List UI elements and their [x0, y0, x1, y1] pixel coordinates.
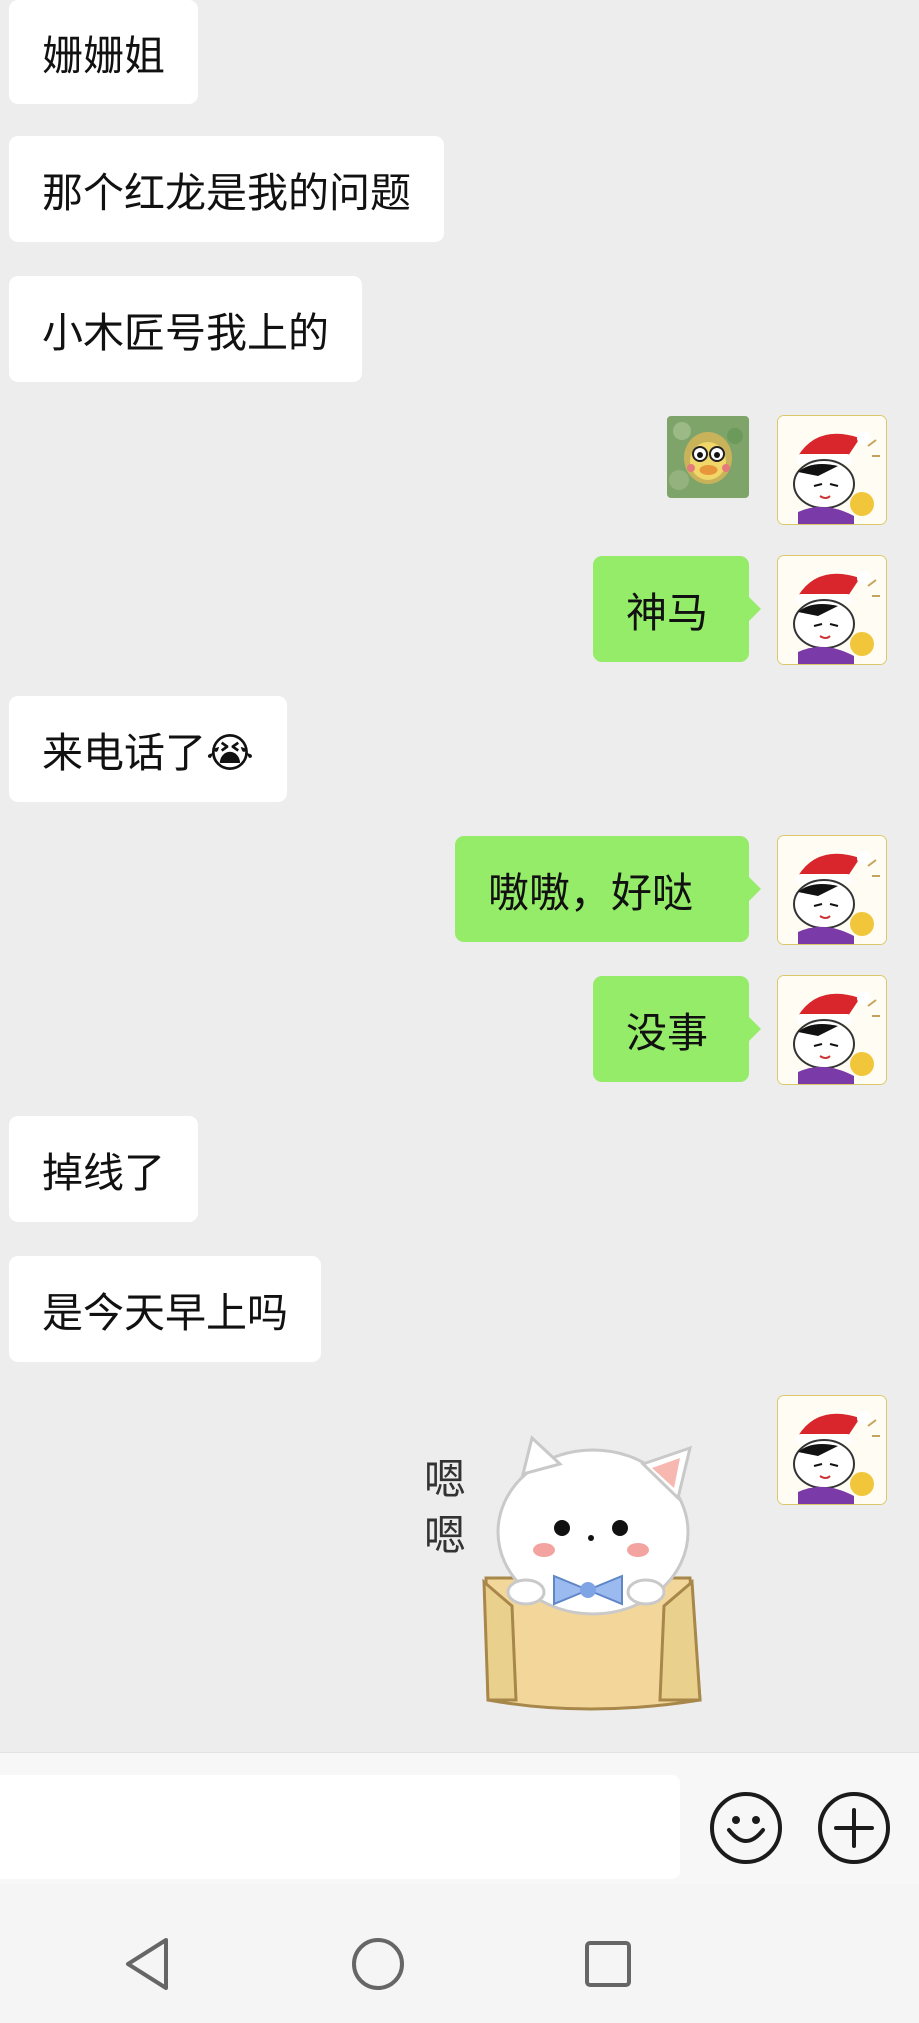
sent-message-bubble[interactable]: 没事 [593, 976, 761, 1082]
message-input-bar [0, 1752, 919, 1885]
my-avatar[interactable] [778, 416, 886, 524]
message-text: 姗姗姐 [42, 32, 165, 80]
my-avatar[interactable] [778, 976, 886, 1084]
triangle-back-icon [126, 1938, 168, 1990]
my-avatar[interactable] [778, 1396, 886, 1504]
message-text: 嗷嗷，好哒 [488, 869, 693, 917]
plus-circle-icon [834, 1808, 874, 1848]
received-message-bubble[interactable]: 小木匠号我上的 [9, 276, 362, 382]
sent-sticker-cat-in-box[interactable]: 嗯嗯 [424, 1400, 748, 1720]
more-options-button[interactable] [818, 1792, 890, 1864]
message-text: 那个红龙是我的问题 [42, 169, 411, 217]
my-avatar[interactable] [778, 836, 886, 944]
santa-character-avatar-icon [778, 976, 886, 1084]
received-message-bubble[interactable]: 来电话了😭 [9, 696, 287, 802]
circle-home-icon [352, 1938, 404, 1990]
home-button[interactable] [348, 1934, 408, 1994]
recents-button[interactable] [578, 1934, 638, 1994]
received-message-bubble[interactable]: 是今天早上吗 [9, 1256, 321, 1362]
message-text: 是今天早上吗 [42, 1289, 288, 1337]
sent-image-duck[interactable] [667, 416, 749, 498]
message-text: 小木匠号我上的 [42, 309, 329, 357]
santa-character-avatar-icon [778, 836, 886, 944]
santa-character-avatar-icon [778, 556, 886, 664]
santa-character-avatar-icon [778, 1396, 886, 1504]
message-text: 来电话了😭 [42, 729, 254, 777]
chat-area[interactable]: 姗姗姐 那个红龙是我的问题 小木匠号我上的 神马 来电话了😭 嗷嗷，好哒 没事 … [0, 0, 919, 1752]
message-input-field[interactable] [0, 1775, 680, 1879]
duck-emoji-icon [667, 416, 749, 498]
back-button[interactable] [118, 1934, 178, 1994]
my-avatar[interactable] [778, 556, 886, 664]
message-text: 掉线了 [42, 1149, 165, 1197]
emoji-button[interactable] [710, 1792, 782, 1864]
sent-message-bubble[interactable]: 嗷嗷，好哒 [455, 836, 761, 942]
received-message-bubble[interactable]: 姗姗姐 [9, 0, 198, 104]
received-message-bubble[interactable]: 那个红龙是我的问题 [9, 136, 444, 242]
sent-message-bubble[interactable]: 神马 [593, 556, 761, 662]
message-text: 没事 [626, 1009, 708, 1057]
santa-character-avatar-icon [778, 416, 886, 524]
message-text: 神马 [626, 589, 708, 637]
square-recents-icon [585, 1941, 631, 1987]
received-message-bubble[interactable]: 掉线了 [9, 1116, 198, 1222]
smiley-face-icon [727, 1816, 765, 1843]
sticker-caption: 嗯嗯 [424, 1455, 467, 1560]
